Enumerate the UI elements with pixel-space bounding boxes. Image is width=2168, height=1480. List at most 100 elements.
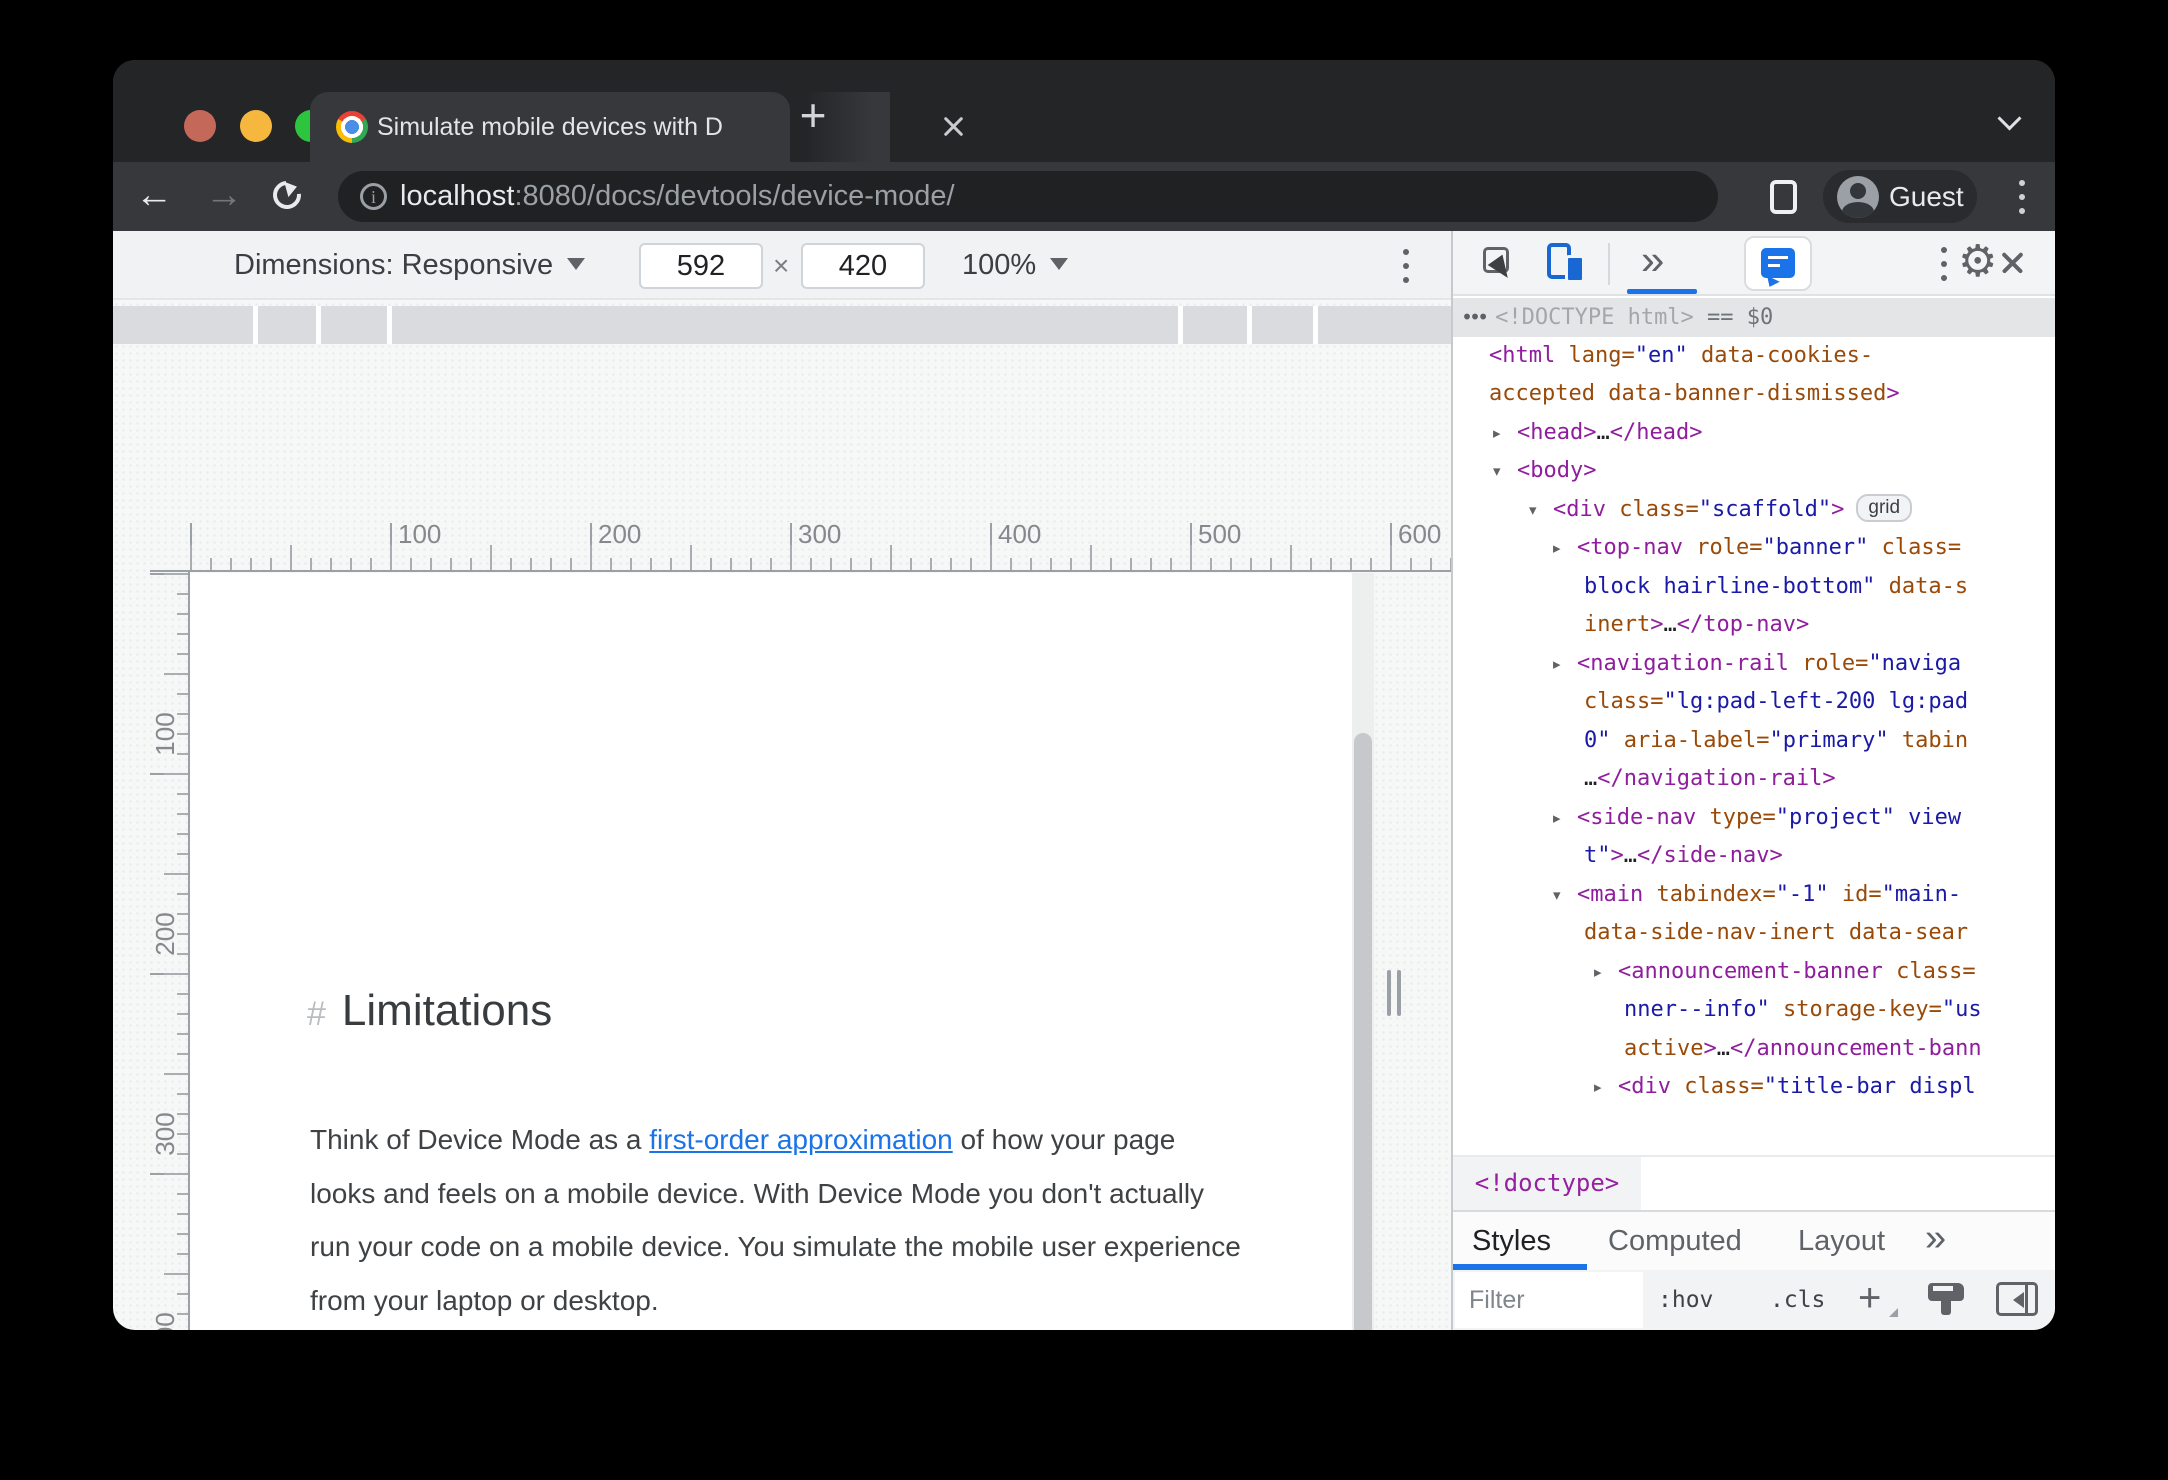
tree-row[interactable]: ▾ <body> [1453,452,2055,491]
styles-filter-input[interactable] [1455,1272,1643,1328]
sidebar-tab-styles[interactable]: Styles [1472,1212,1551,1270]
tree-row[interactable]: ▾ <div class="scaffold"> grid [1453,491,2055,530]
sidebar-tabs-overflow-icon[interactable]: » [1925,1212,1946,1268]
tree-row[interactable]: ▸ <side-nav type="project" view [1453,799,2055,838]
page-scrollbar-thumb[interactable] [1354,733,1372,1330]
media-query-divider [316,306,321,344]
viewport-width-input[interactable] [639,243,763,289]
tree-row[interactable]: 0" aria-label="primary" tabin [1453,722,2055,761]
code-token: > [1831,496,1845,522]
tree-row[interactable]: ▸ <div class="title-bar displ [1453,1068,2055,1107]
device-mode-canvas: Dimensions: Responsive × 100% 100 200 300 4… [113,231,1451,1330]
page-scrollbar[interactable] [1352,573,1374,1330]
browser-tab[interactable]: Simulate mobile devices with D [310,92,890,162]
viewport-height-input[interactable] [801,243,925,289]
new-tab-button[interactable]: + [789,92,837,141]
tab-search-chevron-icon[interactable] [1997,108,2023,128]
tree-row-selected[interactable]: ••• <!DOCTYPE html> == $0 [1453,298,2055,337]
heading-anchor-hash[interactable]: # [307,995,326,1033]
zoom-dropdown[interactable]: 100% [962,231,1069,300]
code-token: inert [1584,612,1651,637]
expand-arrow-closed-icon[interactable]: ▸ [1553,799,1561,838]
new-style-rule-button[interactable]: + [1858,1270,1881,1330]
tree-row[interactable]: ▸ <head>…</head> [1453,414,2055,453]
tree-row[interactable]: nner--info" storage-key="us [1453,991,2055,1030]
expand-arrow-closed-icon[interactable]: ▸ [1493,414,1501,453]
viewport-right-resize-handle[interactable] [1397,970,1401,1016]
code-token: <head> [1517,419,1597,445]
tree-row[interactable]: ▸ <top-nav role="banner" class= [1453,529,2055,568]
code-token: "banner" [1762,535,1869,560]
tree-row[interactable]: ▾ <main tabindex="-1" id="main- [1453,876,2055,915]
expand-arrow-open-icon[interactable]: ▾ [1553,876,1561,915]
grid-badge[interactable]: grid [1856,493,1913,522]
viewport-right-resize-handle[interactable] [1387,970,1391,1016]
media-query-bar[interactable] [113,306,1451,344]
devtools-menu-icon[interactable] [1941,244,1947,284]
expand-arrow-closed-icon[interactable]: ▸ [1553,529,1561,568]
address-bar[interactable]: i localhost:8080/docs/devtools/device-mo… [338,171,1718,222]
site-info-icon[interactable]: i [360,183,387,210]
sidebar-tab-computed[interactable]: Computed [1608,1212,1742,1270]
code-token: lang= [1555,342,1635,368]
dimensions-separator: × [773,250,790,281]
inspect-element-icon[interactable] [1483,247,1521,291]
elements-tree[interactable]: ••• <!DOCTYPE html> == $0 <html lang="en" … [1453,298,2055,1108]
code-token: "us [1941,997,1982,1022]
code-token: id= [1828,881,1882,907]
tree-row[interactable]: <html lang="en" data-cookies- [1453,337,2055,376]
code-token: "main- [1881,881,1962,907]
tree-row[interactable]: inert>…</top-nav> [1453,606,2055,645]
device-toolbar-menu-icon[interactable] [1403,246,1409,286]
code-token: data-side-nav-inert data-sear [1584,920,1969,945]
back-button[interactable]: ← [135,162,173,231]
tree-row[interactable]: block hairline-bottom" data-s [1453,568,2055,607]
rendering-brush-icon[interactable] [1928,1283,1968,1319]
sidebar-tab-layout[interactable]: Layout [1798,1212,1885,1270]
toggle-class-button[interactable]: .cls [1770,1270,1825,1330]
reload-button[interactable] [267,175,307,215]
forward-button[interactable]: → [205,162,243,231]
tree-row[interactable]: active>…</announcement-bann [1453,1030,2055,1069]
tree-row[interactable]: data-side-nav-inert data-sear [1453,914,2055,953]
code-token: > [1703,1035,1717,1061]
devtools-close-icon[interactable] [2000,251,2024,275]
tree-row[interactable]: t">…</side-nav> [1453,837,2055,876]
breadcrumb-item[interactable]: <!doctype> [1453,1157,1641,1210]
toggle-hover-state-button[interactable]: :hov [1658,1270,1713,1330]
tree-row[interactable]: accepted data-banner-dismissed> [1453,375,2055,414]
ruler-label: 400 [150,1304,180,1330]
tab-close-icon[interactable] [942,115,966,139]
code-token: data-s [1875,573,1969,599]
code-token: class= [1670,1074,1764,1099]
ruler-label: 100 [150,712,180,756]
code-token: <div [1553,496,1606,522]
more-panels-chevron-icon[interactable]: » [1641,231,1664,294]
macos-minimize-button[interactable] [240,110,272,142]
viewport-page: # Limitations Think of Device Mode as a f… [190,573,1374,1330]
inline-link[interactable]: first-order approximation [649,1124,952,1155]
expand-arrow-closed-icon[interactable]: ▸ [1594,1068,1602,1107]
settings-gear-icon[interactable]: ⚙ [1958,231,1997,295]
expand-arrow-open-icon[interactable]: ▾ [1529,491,1537,530]
code-token: == $0 [1693,305,1774,330]
profile-chip[interactable]: Guest [1823,170,1977,223]
expand-arrow-open-icon[interactable]: ▾ [1493,452,1501,491]
devtools-toolbar: » ⚙ [1453,231,2055,297]
code-token: class= [1605,496,1699,522]
toggle-sidebar-icon[interactable] [1996,1282,2038,1316]
tree-row[interactable]: ▸ <navigation-rail role="naviga [1453,645,2055,684]
browser-menu-icon[interactable] [2019,177,2025,217]
feedback-button[interactable] [1744,236,1812,297]
expand-arrow-closed-icon[interactable]: ▸ [1594,953,1602,992]
side-panel-icon[interactable] [1770,180,1797,214]
code-token: role= [1682,535,1763,560]
dimensions-dropdown[interactable]: Dimensions: Responsive [234,231,586,300]
expand-arrow-closed-icon[interactable]: ▸ [1553,645,1561,684]
active-panel-underline [1627,289,1697,294]
tree-row[interactable]: ▸ <announcement-banner class= [1453,953,2055,992]
toggle-device-toolbar-icon[interactable] [1545,243,1589,285]
macos-close-button[interactable] [184,110,216,142]
tree-row[interactable]: class="lg:pad-left-200 lg:pad [1453,683,2055,722]
tree-row[interactable]: …</navigation-rail> [1453,760,2055,799]
